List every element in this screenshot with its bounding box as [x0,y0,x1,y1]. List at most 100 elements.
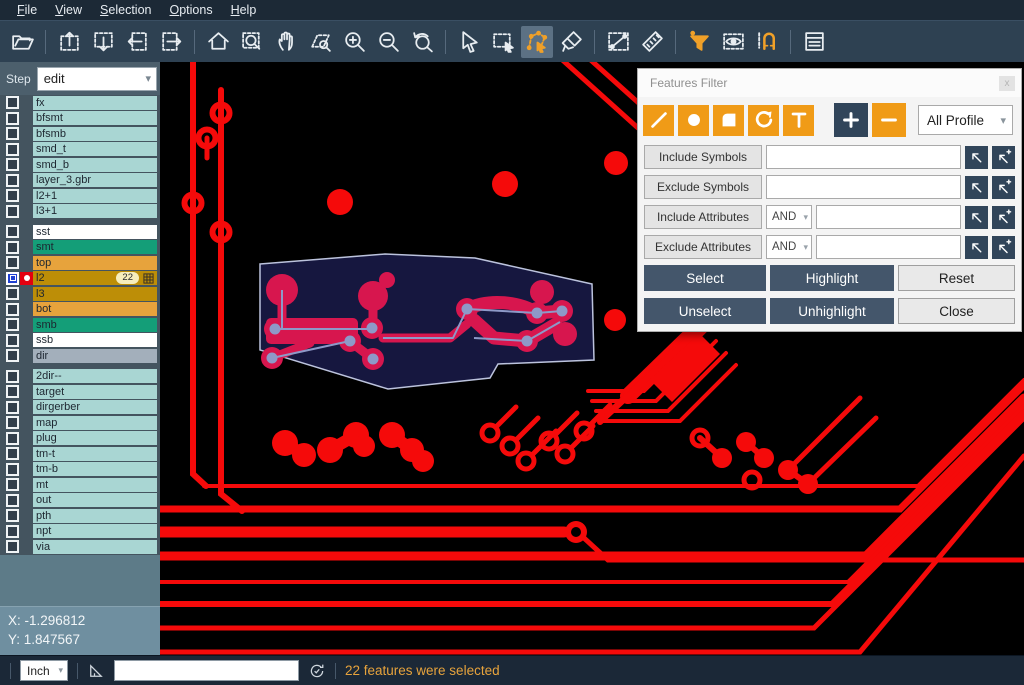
layer-row-layer_3.gbr[interactable]: layer_3.gbr [0,173,160,189]
exclude-attributes-pick-add-button[interactable] [992,236,1015,259]
highlight-button[interactable]: Highlight [770,265,894,291]
include-attributes-pick-button[interactable] [965,206,988,229]
layer-row-dir[interactable]: dir [0,348,160,364]
include-attributes-pick-add-button[interactable] [992,206,1015,229]
layer-chip[interactable]: smt [33,240,157,254]
layer-checkbox[interactable] [6,112,19,125]
pad-tool-button[interactable] [678,105,709,136]
layer-row-bot[interactable]: bot [0,302,160,318]
layer-checkbox[interactable] [6,96,19,109]
layer-chip[interactable]: dir [33,349,157,363]
menu-item-selection[interactable]: Selection [91,3,160,17]
layer-chip[interactable]: l2+1 [33,189,157,203]
layer-row-plug[interactable]: plug [0,431,160,447]
layer-chip[interactable]: l3+1 [33,204,157,218]
layer-checkbox[interactable] [6,494,19,507]
layer-chip[interactable]: sst [33,225,157,239]
layer-checkbox[interactable] [6,540,19,553]
profile-select[interactable]: All Profile▾ [918,105,1013,135]
add-mode-button[interactable] [834,103,868,137]
unit-select[interactable]: Inch ▾ [20,660,68,681]
layer-row-smd_b[interactable]: smd_b [0,157,160,173]
layer-chip[interactable]: bfsmb [33,127,157,141]
layer-checkbox[interactable] [6,287,19,300]
layer-chip[interactable]: mt [33,478,157,492]
text-tool-button[interactable] [783,105,814,136]
include-symbols-input[interactable] [766,145,961,169]
include-symbols-button[interactable]: Include Symbols [644,145,762,169]
layer-checkbox[interactable] [6,334,19,347]
layer-checkbox[interactable] [6,158,19,171]
dialog-titlebar[interactable]: Features Filter x [638,69,1021,97]
layer-chip[interactable]: tm-t [33,447,157,461]
menu-item-file[interactable]: File [8,3,46,17]
layer-row-l3[interactable]: l3 [0,286,160,302]
menu-item-help[interactable]: Help [222,3,266,17]
layer-checkbox[interactable] [6,272,19,285]
layer-row-bfsmt[interactable]: bfsmt [0,111,160,127]
close-icon[interactable]: x [999,76,1015,91]
filter-button[interactable] [683,26,715,58]
surface-tool-button[interactable] [713,105,744,136]
view-features-button[interactable] [717,26,749,58]
layer-chip[interactable]: fx [33,96,157,110]
layer-checkbox[interactable] [6,447,19,460]
layer-row-mt[interactable]: mt [0,477,160,493]
layer-chip[interactable]: bot [33,302,157,316]
open-button[interactable] [6,26,38,58]
reset-button[interactable]: Reset [898,265,1015,291]
pan-button[interactable] [270,26,302,58]
layer-checkbox[interactable] [6,525,19,538]
line-tool-button[interactable] [643,105,674,136]
layer-checkbox[interactable] [6,349,19,362]
layer-checkbox[interactable] [6,401,19,414]
layer-checkbox[interactable] [6,318,19,331]
layer-row-l2[interactable]: l222 [0,271,160,287]
ruler-button[interactable] [636,26,668,58]
layer-checkbox[interactable] [6,241,19,254]
layer-row-top[interactable]: top [0,255,160,271]
layer-checkbox[interactable] [6,225,19,238]
view-down-button[interactable] [87,26,119,58]
clean-button[interactable] [555,26,587,58]
exclude-symbols-pick-button[interactable] [965,176,988,199]
arc-tool-button[interactable] [748,105,779,136]
layer-chip[interactable]: ssb [33,333,157,347]
layer-row-ssb[interactable]: ssb [0,333,160,349]
layer-checkbox[interactable] [6,385,19,398]
view-left-button[interactable] [121,26,153,58]
layer-row-target[interactable]: target [0,384,160,400]
layer-chip[interactable]: map [33,416,157,430]
include-attributes-button[interactable]: Include Attributes [644,205,762,229]
snap-button[interactable] [751,26,783,58]
layer-row-smt[interactable]: smt [0,240,160,256]
exclude-attributes-and-select[interactable]: AND▾ [766,235,812,259]
layer-chip[interactable]: dirgerber [33,400,157,414]
view-right-button[interactable] [155,26,187,58]
polygon-select-button[interactable] [521,26,553,58]
layer-chip[interactable]: out [33,493,157,507]
pcb-canvas[interactable]: Features Filter x All Profile▾ Include S… [160,62,1024,655]
select-button[interactable] [453,26,485,58]
layer-checkbox[interactable] [6,189,19,202]
layer-chip[interactable]: smd_b [33,158,157,172]
zoom-polygon-button[interactable] [304,26,336,58]
layer-chip[interactable]: plug [33,431,157,445]
exclude-symbols-pick-add-button[interactable] [992,176,1015,199]
layer-checkbox[interactable] [6,174,19,187]
layer-row-smb[interactable]: smb [0,317,160,333]
layer-row-map[interactable]: map [0,415,160,431]
remove-mode-button[interactable] [872,103,906,137]
layer-chip[interactable]: smb [33,318,157,332]
layer-checkbox[interactable] [6,127,19,140]
view-up-button[interactable] [53,26,85,58]
layer-row-l3+1[interactable]: l3+1 [0,204,160,220]
measure-button[interactable] [602,26,634,58]
include-symbols-pick-button[interactable] [965,146,988,169]
layer-checkbox[interactable] [6,303,19,316]
include-attributes-input[interactable] [816,205,961,229]
command-input[interactable] [114,660,299,681]
layer-checkbox[interactable] [6,463,19,476]
layer-row-bfsmb[interactable]: bfsmb [0,126,160,142]
layer-chip[interactable]: l3 [33,287,157,301]
